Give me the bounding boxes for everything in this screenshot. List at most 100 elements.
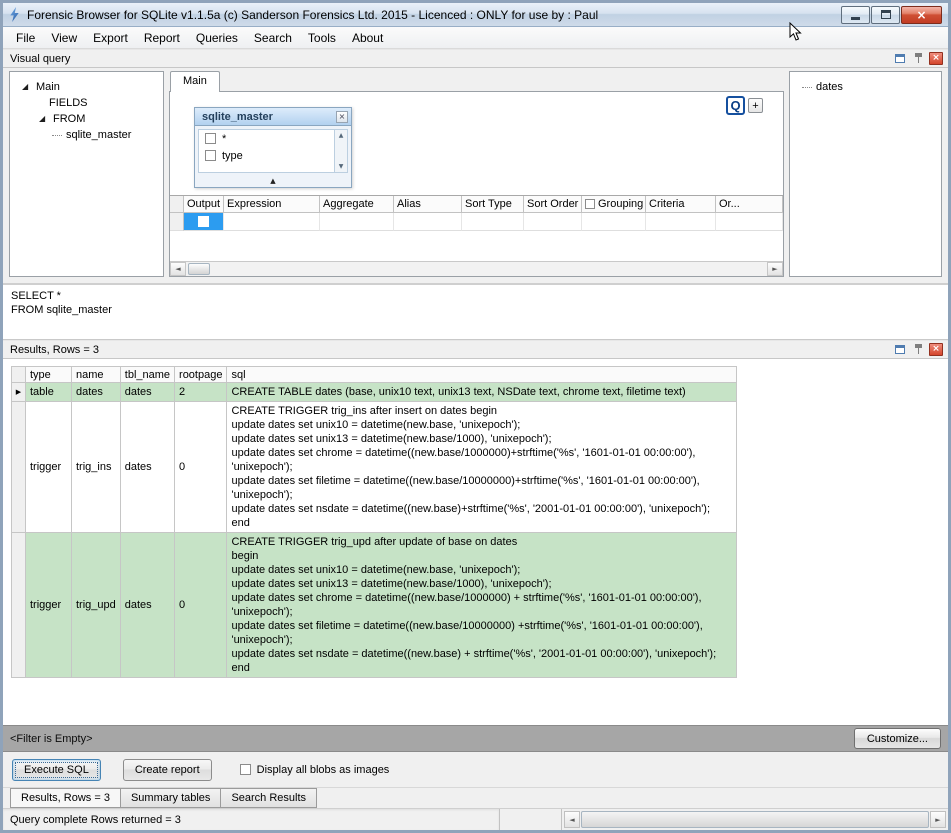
menu-about[interactable]: About (344, 28, 391, 48)
cell-name[interactable]: trig_ins (72, 402, 121, 533)
pin-icon[interactable] (911, 52, 925, 65)
output-checkbox[interactable] (198, 216, 209, 227)
menu-search[interactable]: Search (246, 28, 300, 48)
menu-export[interactable]: Export (85, 28, 136, 48)
cell-name[interactable]: dates (72, 383, 121, 402)
query-properties-button[interactable]: Q (726, 96, 745, 115)
output-cell-selected[interactable] (184, 213, 224, 231)
result-row-dates[interactable]: ▶ table dates dates 2 CREATE TABLE dates… (12, 383, 737, 402)
close-button[interactable]: × (901, 6, 942, 24)
cell-sql[interactable]: CREATE TRIGGER trig_ins after insert on … (227, 402, 737, 533)
hscroll-track[interactable] (210, 262, 767, 276)
table-close-icon[interactable]: × (336, 111, 348, 123)
tree-item-main[interactable]: ◢ Main (10, 79, 163, 95)
field-checkbox[interactable] (205, 133, 216, 144)
cell-rootpage[interactable]: 2 (175, 383, 227, 402)
float-window-icon[interactable] (893, 52, 907, 65)
criteria-cell[interactable] (646, 213, 716, 231)
add-table-button[interactable]: + (748, 98, 763, 113)
scroll-up-icon[interactable]: ▲ (339, 132, 344, 139)
scroll-up-hint-icon[interactable]: ▲ (195, 176, 351, 187)
expander-icon[interactable]: ◢ (22, 82, 32, 92)
create-report-button[interactable]: Create report (123, 759, 212, 781)
cell-sql[interactable]: CREATE TABLE dates (base, unix10 text, u… (227, 383, 737, 402)
cell-type[interactable]: trigger (26, 533, 72, 678)
tab-summary-tables[interactable]: Summary tables (120, 788, 221, 808)
col-sql[interactable]: sql (227, 367, 737, 383)
tab-main[interactable]: Main (170, 71, 220, 92)
expander-icon[interactable]: ◢ (39, 114, 49, 124)
table-widget-header[interactable]: sqlite_master × (195, 108, 351, 126)
scroll-down-icon[interactable]: ▼ (339, 163, 344, 170)
scroll-right-icon[interactable]: ► (767, 262, 783, 276)
float-window-icon[interactable] (893, 343, 907, 356)
cell-type[interactable]: table (26, 383, 72, 402)
grouping-cell[interactable] (582, 213, 646, 231)
cell-tbl-name[interactable]: dates (120, 383, 174, 402)
sql-editor[interactable]: SELECT * FROM sqlite_master (3, 283, 948, 340)
designer-hscrollbar[interactable]: ◄ ► (170, 261, 783, 276)
field-row-type[interactable]: type (199, 147, 334, 164)
tab-results[interactable]: Results, Rows = 3 (10, 788, 121, 808)
col-type[interactable]: type (26, 367, 72, 383)
tree-item-from[interactable]: ◢ FROM (10, 111, 163, 127)
cell-type[interactable]: trigger (26, 402, 72, 533)
maximize-button[interactable] (871, 6, 900, 24)
qgrid-col-output[interactable]: Output (184, 196, 224, 213)
menu-report[interactable]: Report (136, 28, 188, 48)
close-panel-icon[interactable]: × (929, 52, 943, 65)
hscroll-thumb[interactable] (188, 263, 210, 275)
menu-view[interactable]: View (43, 28, 85, 48)
close-panel-icon[interactable]: × (929, 343, 943, 356)
scroll-left-icon[interactable]: ◄ (564, 811, 580, 828)
customize-button[interactable]: Customize... (854, 728, 941, 749)
menu-queries[interactable]: Queries (188, 28, 246, 48)
qgrid-col-criteria[interactable]: Criteria (646, 196, 716, 213)
col-rootpage[interactable]: rootpage (175, 367, 227, 383)
tree-item-sqlite-master[interactable]: sqlite_master (10, 127, 163, 143)
cell-rootpage[interactable]: 0 (175, 402, 227, 533)
qgrid-col-alias[interactable]: Alias (394, 196, 462, 213)
tab-search-results[interactable]: Search Results (220, 788, 317, 808)
or-cell[interactable] (716, 213, 783, 231)
pin-icon[interactable] (911, 343, 925, 356)
hscroll-thumb[interactable] (581, 811, 929, 828)
field-list-scrollbar[interactable]: ▲ ▼ (334, 130, 347, 172)
col-tbl-name[interactable]: tbl_name (120, 367, 174, 383)
minimize-button[interactable] (841, 6, 870, 24)
cell-tbl-name[interactable]: dates (120, 402, 174, 533)
menu-file[interactable]: File (8, 28, 43, 48)
table-widget-sqlite-master[interactable]: sqlite_master × * ty (194, 107, 352, 188)
aggregate-cell[interactable] (320, 213, 394, 231)
qgrid-col-grouping[interactable]: Grouping (582, 196, 646, 213)
scroll-right-icon[interactable]: ► (930, 811, 946, 828)
cell-sql[interactable]: CREATE TRIGGER trig_upd after update of … (227, 533, 737, 678)
qgrid-col-expression[interactable]: Expression (224, 196, 320, 213)
titlebar[interactable]: Forensic Browser for SQLite v1.1.5a (c) … (3, 3, 948, 27)
menu-tools[interactable]: Tools (300, 28, 344, 48)
qgrid-col-or[interactable]: Or... (716, 196, 783, 213)
tree-item-dates[interactable]: dates (790, 79, 941, 95)
qgrid-col-sort-order[interactable]: Sort Order (524, 196, 582, 213)
cell-rootpage[interactable]: 0 (175, 533, 227, 678)
status-hscrollbar[interactable]: ◄ ► (562, 809, 948, 830)
blobs-checkbox[interactable] (240, 764, 251, 775)
cell-tbl-name[interactable]: dates (120, 533, 174, 678)
result-row-trig-ins[interactable]: trigger trig_ins dates 0 CREATE TRIGGER … (12, 402, 737, 533)
field-checkbox[interactable] (205, 150, 216, 161)
grouping-checkbox[interactable] (585, 199, 595, 209)
expression-cell[interactable] (224, 213, 320, 231)
qgrid-col-sort-type[interactable]: Sort Type (462, 196, 524, 213)
scroll-left-icon[interactable]: ◄ (170, 262, 186, 276)
execute-sql-button[interactable]: Execute SQL (12, 759, 101, 781)
tree-item-fields[interactable]: FIELDS (10, 95, 163, 111)
col-name[interactable]: name (72, 367, 121, 383)
designer-canvas[interactable]: Q + sqlite_master × * (170, 92, 783, 196)
sort-order-cell[interactable] (524, 213, 582, 231)
sort-type-cell[interactable] (462, 213, 524, 231)
field-row-star[interactable]: * (199, 130, 334, 147)
criteria-grid-row[interactable] (170, 213, 783, 231)
cell-name[interactable]: trig_upd (72, 533, 121, 678)
alias-cell[interactable] (394, 213, 462, 231)
result-row-trig-upd[interactable]: trigger trig_upd dates 0 CREATE TRIGGER … (12, 533, 737, 678)
